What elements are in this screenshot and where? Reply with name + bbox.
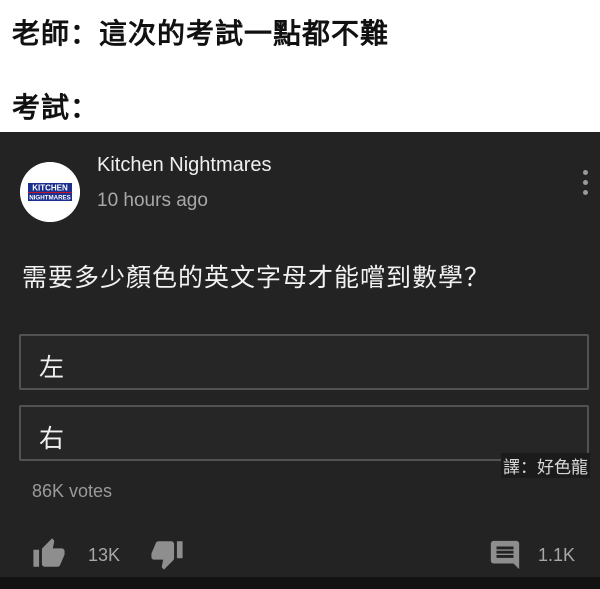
poll-question: 需要多少顏色的英文字母才能嚐到數學？	[22, 263, 491, 292]
vote-count: 86K votes	[32, 481, 113, 501]
comment-icon[interactable]	[488, 538, 522, 576]
poll-option-label: 左	[39, 353, 65, 382]
like-count: 13K	[88, 545, 121, 565]
comment-count: 1.1K	[538, 545, 576, 565]
svg-text:KITCHEN: KITCHEN	[32, 184, 68, 193]
caption-teacher-line: 老師：這次的考試一點都不難	[12, 17, 390, 50]
more-vertical-icon[interactable]	[576, 170, 594, 202]
caption-exam-line: 考試：	[12, 91, 100, 124]
kitchen-nightmares-logo: KITCHEN NIGHTMARES	[20, 162, 80, 222]
bottom-divider	[0, 577, 600, 589]
translator-credit: 譯：好色龍	[501, 453, 590, 478]
svg-text:NIGHTMARES: NIGHTMARES	[29, 195, 71, 202]
thumbs-down-icon[interactable]	[150, 537, 184, 575]
channel-avatar[interactable]: KITCHEN NIGHTMARES	[20, 162, 80, 222]
post-timestamp[interactable]: 10 hours ago	[97, 190, 208, 212]
thumbs-up-icon[interactable]	[32, 537, 66, 575]
community-post-card: KITCHEN NIGHTMARES Kitchen Nightmares 10…	[0, 132, 600, 589]
poll-option-left[interactable]: 左	[19, 334, 589, 390]
channel-name[interactable]: Kitchen Nightmares	[97, 154, 272, 177]
poll-option-label: 右	[39, 424, 65, 453]
